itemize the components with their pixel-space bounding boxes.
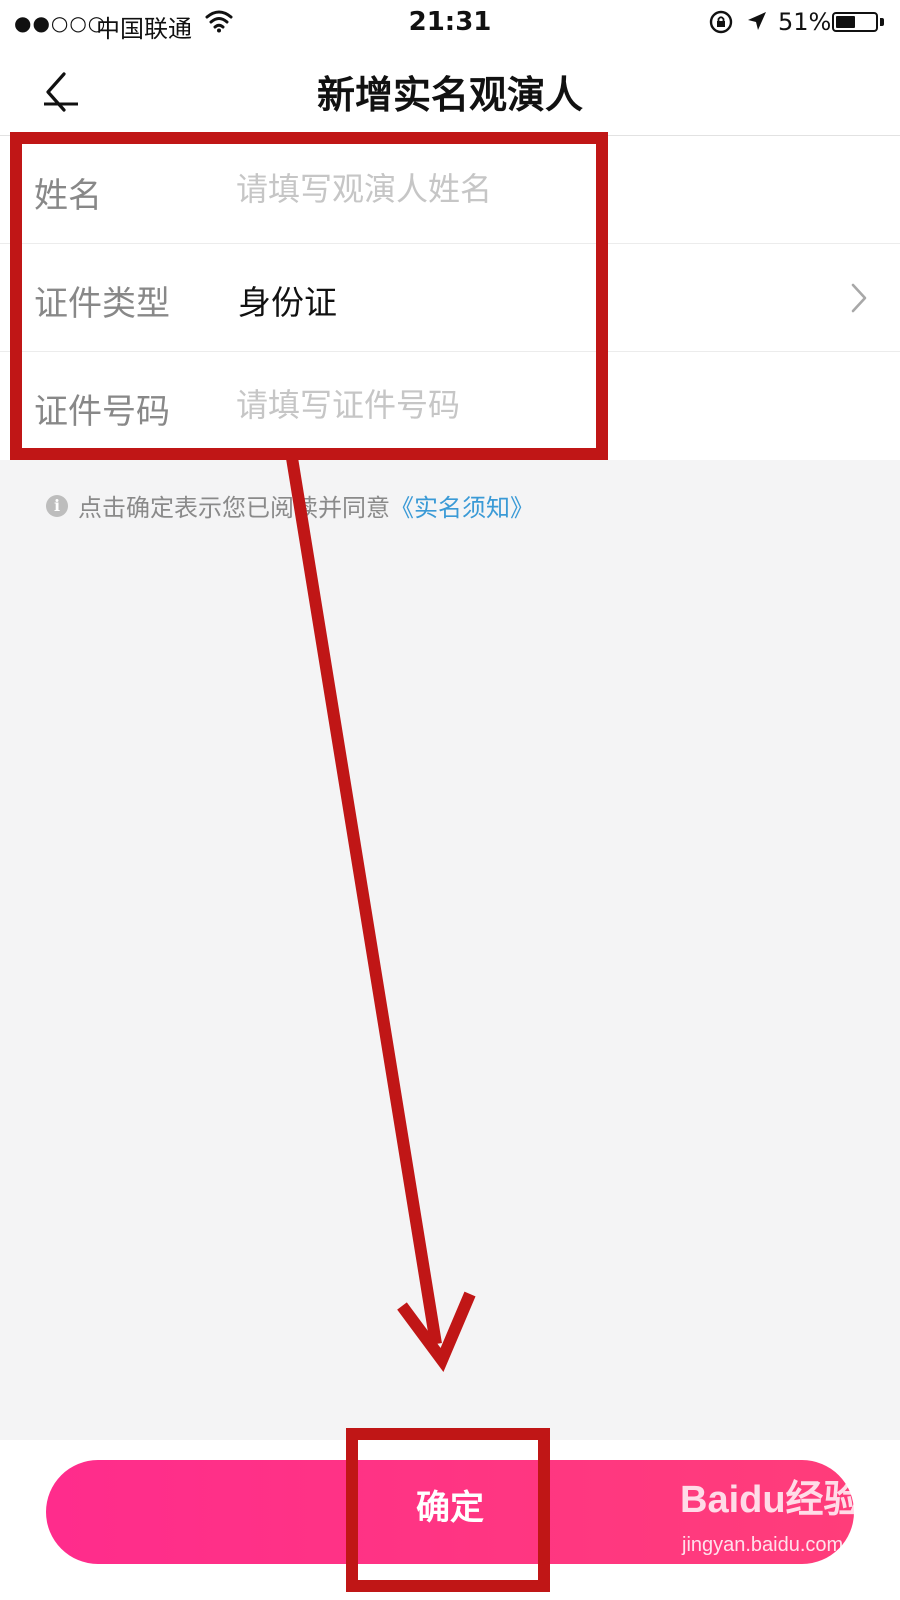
real-name-notice-link[interactable]: 《实名须知》	[390, 494, 534, 522]
battery-icon	[832, 12, 878, 32]
observer-form: 姓名 证件类型 身份证 证件号码	[0, 136, 900, 460]
info-icon: i	[46, 494, 68, 517]
baidu-watermark: Baidu经验 jingyan.baidu.com	[680, 1468, 880, 1578]
page-title: 新增实名观演人	[316, 73, 583, 117]
location-arrow-icon	[748, 12, 766, 30]
annotation-arrow-head	[397, 1291, 476, 1373]
nav-bar: 新增实名观演人	[0, 44, 900, 136]
watermark-url: jingyan.baidu.com	[682, 1534, 844, 1556]
id-type-row[interactable]: 证件类型 身份证	[0, 244, 900, 352]
agreement-notice: i 点击确定表示您已阅读并同意《实名须知》	[46, 488, 534, 522]
id-type-label: 证件类型	[34, 284, 170, 324]
name-row: 姓名	[0, 136, 900, 244]
battery-level	[836, 16, 856, 28]
battery-nub	[880, 18, 884, 26]
name-label: 姓名	[34, 176, 102, 216]
chevron-right-icon	[851, 283, 867, 313]
id-number-input[interactable]	[236, 374, 796, 436]
annotation-arrow-line	[286, 457, 442, 1345]
id-type-value: 身份证	[238, 283, 337, 322]
name-input[interactable]	[236, 158, 796, 220]
watermark-logo: Baidu经验	[680, 1479, 862, 1521]
id-number-row: 证件号码	[0, 352, 900, 460]
rotation-lock-icon	[709, 10, 733, 34]
id-number-label: 证件号码	[34, 392, 170, 432]
agreement-text: 点击确定表示您已阅读并同意	[78, 494, 390, 522]
status-bar: ●●○○○ 中国联通 21:31 51%	[0, 0, 900, 44]
battery-percent: 51%	[778, 8, 832, 36]
